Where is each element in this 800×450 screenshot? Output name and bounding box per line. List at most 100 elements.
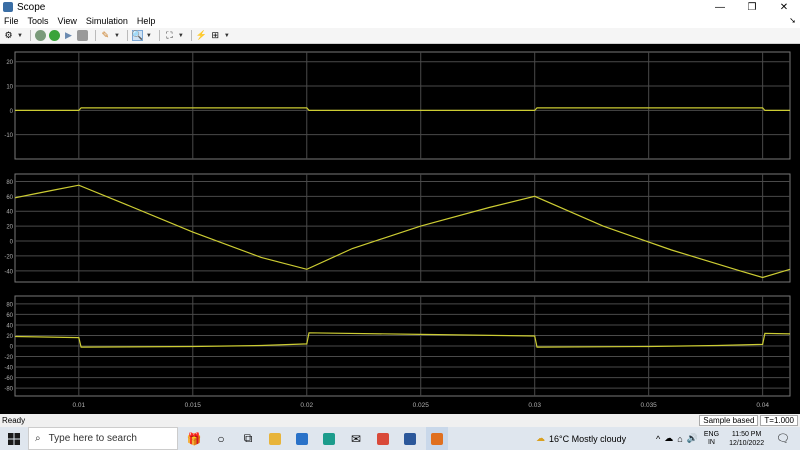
y-tick-label: 40 <box>6 323 13 329</box>
toolbar-separator <box>126 30 128 41</box>
y-tick-label: 40 <box>6 210 13 216</box>
matlab-icon[interactable] <box>426 427 448 450</box>
menu-view[interactable]: View <box>58 16 77 26</box>
scope-display[interactable]: -10 0 10 20 -40 -20 0 20 40 60 80 -80 -60 -40 -20 0 20 40… <box>0 44 800 414</box>
status-bar: Ready Sample based T=1.000 <box>0 414 800 427</box>
menu-file[interactable]: File <box>4 16 19 26</box>
autoscale-dropdown-caret-icon[interactable]: ▼ <box>178 33 184 39</box>
plot-axes-1 <box>14 51 791 160</box>
x-tick-label: 0.025 <box>413 402 430 409</box>
close-button[interactable]: ✕ <box>768 0 800 14</box>
highlight-block-icon[interactable]: ✎ <box>100 30 111 41</box>
menu-bar: File Tools View Simulation Help <box>0 14 800 28</box>
weather-widget[interactable]: ☁ 16°C Mostly cloudy <box>536 427 626 450</box>
maximize-button[interactable]: ❐ <box>736 0 768 14</box>
search-icon: ⌕ <box>35 433 41 444</box>
toolbar-separator <box>94 30 96 41</box>
taskbar-search-box[interactable]: ⌕ Type here to search <box>28 427 178 450</box>
system-tray: ^ ☁ ⌂ 🔊 ENG IN 11:50 PM 12/10/2022 🗨 <box>656 427 790 450</box>
gift-widget-icon[interactable]: 🎁 <box>183 427 205 450</box>
edge-browser-icon[interactable] <box>318 427 340 450</box>
status-text: Ready <box>2 416 26 425</box>
y-tick-label: -40 <box>4 269 13 275</box>
y-tick-label: 0 <box>10 345 14 351</box>
settings-dropdown-caret-icon[interactable]: ▼ <box>17 33 23 39</box>
task-view-icon[interactable]: ⧉ <box>237 427 259 450</box>
language-indicator[interactable]: ENG IN <box>704 431 719 447</box>
y-tick-label: -10 <box>4 133 13 139</box>
chrome-browser-icon[interactable] <box>372 427 394 450</box>
weather-text: 16°C Mostly cloudy <box>549 433 627 444</box>
menu-tools[interactable]: Tools <box>28 16 49 26</box>
clock[interactable]: 11:50 PM 12/10/2022 <box>729 430 764 448</box>
onedrive-icon[interactable]: ☁ <box>664 433 673 444</box>
zoom-dropdown-caret-icon[interactable]: ▼ <box>146 33 152 39</box>
start-button[interactable] <box>0 427 28 450</box>
dock-arrow-icon[interactable]: ➘ <box>789 16 796 25</box>
y-tick-label: -20 <box>4 254 13 260</box>
signal-trace-2 <box>14 184 791 279</box>
mail-icon[interactable]: ✉ <box>345 427 367 450</box>
scope-app-icon <box>3 2 13 12</box>
triggers-icon[interactable]: ⚡ <box>196 30 207 41</box>
volume-icon[interactable]: 🔊 <box>687 433 698 444</box>
language-code: ENG <box>703 430 720 438</box>
y-tick-label: -60 <box>4 376 13 382</box>
store-icon[interactable] <box>291 427 313 450</box>
window-title: Scope <box>17 1 46 13</box>
windows-logo-icon <box>8 432 20 445</box>
y-tick-label: 60 <box>6 313 13 319</box>
search-placeholder: Type here to search <box>48 433 137 444</box>
stop-icon[interactable] <box>76 30 88 41</box>
y-tick-label: -40 <box>4 366 13 372</box>
y-tick-label: 0 <box>10 240 14 246</box>
menu-help[interactable]: Help <box>137 16 156 26</box>
y-tick-label: 20 <box>6 225 13 231</box>
minimize-button[interactable]: — <box>704 0 736 14</box>
word-icon[interactable] <box>399 427 421 450</box>
toolbar-separator <box>158 30 160 41</box>
y-tick-label: -80 <box>4 387 13 393</box>
y-tick-label: 80 <box>6 302 13 308</box>
notifications-icon[interactable]: 🗨 <box>776 432 790 445</box>
autoscale-icon[interactable]: ⛶ <box>164 30 175 41</box>
x-tick-label: 0.02 <box>300 402 313 409</box>
highlight-dropdown-caret-icon[interactable]: ▼ <box>114 33 120 39</box>
toolbar: ⚙ ▼ ▶ ✎ ▼ 🔍 ▼ ⛶ ▼ ⚡ ⊞ ▼ <box>0 28 800 44</box>
sampling-mode: Sample based <box>699 415 759 426</box>
settings-gear-icon[interactable]: ⚙ <box>3 30 14 41</box>
y-tick-label: 60 <box>6 195 13 201</box>
zoom-icon[interactable]: 🔍 <box>132 30 143 41</box>
x-tick-label: 0.015 <box>185 402 202 409</box>
cortana-icon[interactable]: ○ <box>210 427 232 450</box>
toolbar-separator <box>29 30 31 41</box>
plot-axes-2 <box>14 173 791 283</box>
step-forward-icon[interactable]: ▶ <box>63 30 74 41</box>
network-icon[interactable]: ⌂ <box>677 434 682 444</box>
toolbar-separator <box>190 30 192 41</box>
tray-expand-icon[interactable]: ^ <box>656 434 660 444</box>
step-back-icon[interactable] <box>34 30 46 41</box>
y-tick-label: 80 <box>6 180 13 186</box>
x-tick-label: 0.03 <box>528 402 541 409</box>
y-tick-label: 0 <box>10 109 14 115</box>
cursor-measurements-icon[interactable]: ⊞ <box>210 30 221 41</box>
simulation-time: T=1.000 <box>760 415 798 426</box>
y-tick-label: -20 <box>4 355 13 361</box>
signal-trace-3 <box>14 332 791 348</box>
file-explorer-icon[interactable] <box>264 427 286 450</box>
keyboard-region: IN <box>707 438 715 446</box>
run-icon[interactable] <box>48 30 60 41</box>
x-tick-label: 0.01 <box>72 402 85 409</box>
clock-time: 11:50 PM <box>731 430 762 438</box>
y-tick-label: 20 <box>6 334 13 340</box>
menu-simulation[interactable]: Simulation <box>86 16 128 26</box>
measurements-dropdown-caret-icon[interactable]: ▼ <box>224 33 230 39</box>
clock-date: 12/10/2022 <box>729 439 765 447</box>
y-tick-label: 20 <box>6 60 13 66</box>
x-tick-label: 0.04 <box>756 402 769 409</box>
x-tick-label: 0.035 <box>641 402 658 409</box>
title-bar: Scope — ❐ ✕ <box>0 0 800 14</box>
y-tick-label: 10 <box>6 85 13 91</box>
cloud-sun-icon: ☁ <box>536 433 545 443</box>
